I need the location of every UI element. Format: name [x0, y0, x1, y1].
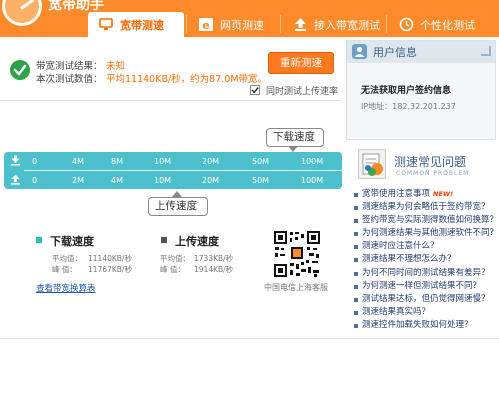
download-tick-label: 10M — [154, 157, 172, 166]
user-info-panel: 用户信息 无法获取用户签约信息 IP地址：182.32.201.237 — [346, 40, 496, 140]
faq-item-label: 宽带使用注意事项 — [362, 189, 431, 199]
faq-item-label: 签约带宽与实际测得数值如何换算？ — [362, 215, 496, 226]
download-tick-label: 100M — [301, 157, 324, 166]
section-divider — [0, 100, 342, 101]
upload-tick-label: 20M — [202, 176, 220, 185]
ip-address: IP地址：182.32.201.237 — [361, 102, 456, 111]
tab-divider — [280, 15, 281, 33]
faq-item-label: 为何测速结果与其他测速软件不同？ — [362, 228, 496, 239]
upload-tick-label: 0 — [32, 176, 38, 185]
tab-label: 宽带测速 — [120, 18, 164, 32]
upload-avg-value: 1733KB/秒 — [194, 254, 234, 263]
download-avg-value: 11140KB/秒 — [88, 254, 132, 263]
result-label: 带宽测试结果： — [36, 61, 103, 72]
measured-value: 平均11140KB/秒，约为87.0M带宽。 — [106, 74, 268, 85]
user-info-header: 用户信息 — [347, 41, 495, 63]
upload-tick-label: 2M — [72, 176, 84, 185]
faq-item[interactable]: 测速结果不理想怎么办？ — [352, 253, 496, 266]
speedometer-logo-icon — [2, 0, 42, 26]
tab-webpage-speedtest[interactable]: e 网页测速 — [188, 12, 278, 37]
user-info-title: 用户信息 — [373, 46, 417, 59]
faq-title: 测速常见问题 — [394, 155, 467, 169]
upload-peak-label: 峰 值： — [160, 265, 185, 274]
qr-code-icon — [273, 230, 321, 278]
faq-item[interactable]: 为何测速结果与其他测速软件不同？ — [352, 227, 496, 240]
faq-item-label: 测速控件加载失败如何处理？ — [362, 319, 473, 330]
upload-legend-marker — [161, 237, 167, 243]
monitor-icon — [98, 17, 114, 33]
upload-test-checkbox[interactable] — [250, 85, 260, 95]
new-badge: NEW! — [433, 190, 454, 198]
download-tick-label: 4M — [72, 157, 84, 166]
upload-tick-label: 10M — [154, 176, 172, 185]
speed-gauge-bar: 0 4M 8M 10M 20M 50M 100M 0 2M 4M 10M 20M 50M 100M — [4, 152, 342, 189]
header-bar: 宽带助手 宽带测速 e 网页测速 接入带宽测试 个性化测试 — [0, 0, 499, 37]
download-stat-title: 下载速度 — [50, 235, 94, 248]
faq-list: 宽带使用注意事项 NEW! 测速结果为何会略低于签约带宽？ 签约带宽与实际测得数值如何… — [352, 188, 496, 332]
faq-item-label: 测速结果不理想怎么办？ — [362, 254, 456, 265]
svg-text:e: e — [202, 19, 209, 32]
faq-item[interactable]: 宽带使用注意事项 NEW! — [352, 188, 496, 201]
tab-divider — [386, 15, 387, 33]
qr-caption: 中国电信上海客服 — [264, 283, 328, 292]
download-tick-label: 20M — [202, 157, 220, 166]
faq-item[interactable]: 测速控件加载失败如何处理？ — [352, 319, 496, 332]
no-user-info-text: 无法获取用户签约信息 — [361, 86, 452, 96]
tab-label: 个性化测试 — [420, 18, 475, 32]
faq-item[interactable]: 为何不同时间的测试结果有差异？ — [352, 267, 496, 280]
faq-item[interactable]: 签约带宽与实际测得数值如何换算？ — [352, 214, 496, 227]
upload-tick-label: 100M — [301, 176, 324, 185]
bandwidth-conversion-link[interactable]: 查看带宽换算表 — [36, 282, 96, 294]
faq-item-label: 测速时应注意什么？ — [362, 241, 439, 252]
download-tick-label: 8M — [111, 157, 123, 166]
download-peak-value: 11767KB/秒 — [88, 265, 132, 274]
tab-label: 网页测速 — [220, 18, 264, 32]
tab-label: 接入带宽测试 — [314, 18, 380, 32]
clock-icon — [398, 17, 414, 33]
download-peak-label: 峰 值： — [52, 265, 77, 274]
download-speed-callout: 下载速度 — [266, 128, 324, 147]
faq-subtitle: COMMON PROBLEM — [396, 170, 470, 177]
upload-icon — [292, 17, 308, 33]
success-check-icon — [10, 60, 30, 80]
upload-stat-title: 上传速度 — [175, 235, 219, 248]
bottom-divider — [0, 338, 499, 339]
faq-item-label: 为何不同时间的测试结果有差异？ — [362, 267, 490, 278]
speedtest-window: 宽带助手 宽带测速 e 网页测速 接入带宽测试 个性化测试 带宽测试结果： 未知… — [0, 0, 499, 416]
faq-item-label: 测速结果真实吗？ — [362, 306, 431, 317]
faq-item-label: 测试结果达标，但仍觉得网速慢？ — [362, 293, 490, 304]
upload-speed-callout: 上传速度 — [148, 197, 208, 216]
upload-tick-label: 50M — [252, 176, 270, 185]
tab-divider — [186, 15, 187, 33]
faq-document-icon — [358, 149, 386, 179]
upload-avg-label: 平均值： — [160, 254, 190, 263]
faq-item[interactable]: 测试结果达标，但仍觉得网速慢？ — [352, 293, 496, 306]
tab-broadband-speedtest[interactable]: 宽带测速 — [88, 12, 184, 37]
download-tick-label: 0 — [32, 157, 38, 166]
faq-item[interactable]: 测速结果真实吗？ — [352, 306, 496, 319]
gauge-row-divider — [24, 170, 342, 171]
faq-item[interactable]: 测速结果为何会略低于签约带宽？ — [352, 201, 496, 214]
retest-button[interactable]: 重新测速 — [268, 52, 334, 74]
upload-tick-label: 4M — [111, 176, 123, 185]
user-card-icon — [352, 44, 367, 59]
faq-item[interactable]: 为何测速一样但测试结果不同？ — [352, 280, 496, 293]
tab-access-bandwidth-test[interactable]: 接入带宽测试 — [282, 12, 385, 37]
download-arrow-icon — [10, 155, 21, 166]
download-avg-label: 平均值： — [52, 254, 82, 263]
measured-label: 本次测试数值： — [36, 74, 103, 85]
faq-item-label: 为何测速一样但测试结果不同？ — [362, 280, 482, 291]
result-value: 未知 — [106, 61, 126, 72]
collapse-corner-icon[interactable] — [481, 46, 491, 56]
browser-icon: e — [198, 17, 214, 33]
download-tick-label: 50M — [252, 157, 270, 166]
upload-peak-value: 1914KB/秒 — [194, 265, 234, 274]
faq-item-label: 测速结果为何会略低于签约带宽？ — [362, 202, 490, 213]
upload-test-label: 同时测试上传速率 — [266, 87, 339, 97]
faq-item[interactable]: 测速时应注意什么？ — [352, 240, 496, 253]
upload-arrow-icon — [10, 174, 21, 185]
tab-custom-test[interactable]: 个性化测试 — [388, 12, 484, 37]
download-legend-marker — [36, 237, 42, 243]
